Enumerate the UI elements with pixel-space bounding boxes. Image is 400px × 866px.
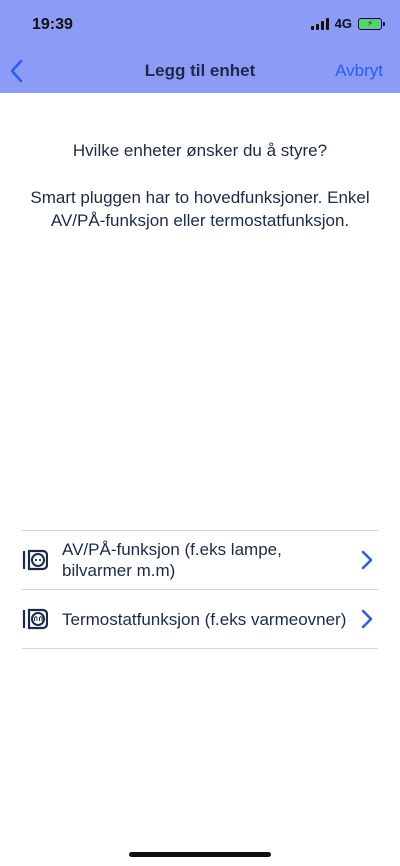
header: 19:39 4G ⚡ Legg til enhet Avbryt: [0, 0, 400, 93]
option-label: Termostatfunksjon (f.eks varmeovner): [62, 609, 347, 629]
chevron-right-icon: [361, 609, 373, 629]
question-text: Hvilke enheter ønsker du å styre?: [72, 141, 328, 160]
chevron-right-icon: [361, 550, 373, 570]
option-label: AV/PÅ-funksjon (f.eks lampe, bilvarmer m…: [62, 540, 282, 580]
battery-icon: ⚡: [358, 17, 385, 30]
options-list: AV/PÅ-funksjon (f.eks lampe, bilvarmer m…: [22, 530, 378, 649]
heater-socket-icon: [22, 608, 48, 630]
option-thermostat[interactable]: Termostatfunksjon (f.eks varmeovner): [22, 590, 378, 649]
status-time: 19:39: [32, 16, 73, 33]
signal-icon: [310, 17, 329, 30]
description-text: Smart pluggen har to hovedfunksjoner. En…: [30, 188, 370, 230]
cancel-button[interactable]: Avbryt: [335, 61, 383, 81]
network-label: 4G: [334, 16, 352, 31]
socket-icon: [22, 549, 48, 571]
home-indicator[interactable]: [129, 852, 271, 857]
status-indicators: 4G ⚡: [310, 16, 385, 31]
screen: 19:39 4G ⚡ Legg til enhet Avbryt Hvilke …: [0, 0, 400, 866]
option-on-off[interactable]: AV/PÅ-funksjon (f.eks lampe, bilvarmer m…: [22, 531, 378, 590]
